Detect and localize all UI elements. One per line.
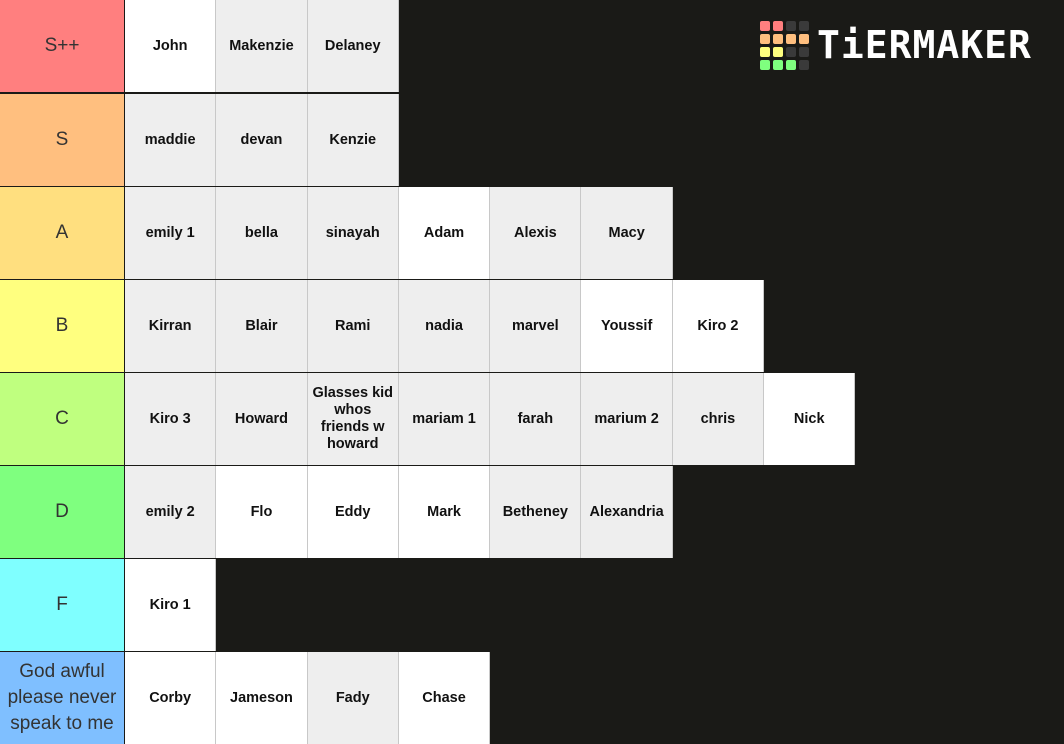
tier-item[interactable]: Kenzie	[307, 94, 399, 186]
tier-row: Aemily 1 bella sinayah Adam Alexis Macy	[0, 187, 1064, 279]
tier-item[interactable]: Fady	[307, 652, 399, 744]
tier-label[interactable]: B	[0, 280, 125, 372]
tier-item[interactable]: Eddy	[307, 466, 399, 558]
tier-item[interactable]: emily 2	[125, 466, 217, 558]
tier-item[interactable]: farah	[490, 373, 582, 465]
tier-items: Kirran Blair Rami nadia marvel Youssif Kiro 2	[125, 280, 765, 372]
logo-grid-cell	[760, 46, 770, 57]
tier-item[interactable]: John	[125, 0, 217, 92]
tier-item[interactable]: Rami	[307, 280, 399, 372]
logo-grid-cell	[773, 59, 783, 70]
logo-grid-cell	[786, 59, 796, 70]
tier-items: emily 1 bella sinayah Adam Alexis Macy	[125, 187, 673, 279]
tier-item[interactable]: Makenzie	[216, 0, 308, 92]
tier-item[interactable]: nadia	[398, 280, 491, 372]
tier-item[interactable]: Chase	[398, 652, 491, 744]
tier-items: Kiro 3 Howard Glasses kid whos friends w h…	[125, 373, 856, 465]
tier-item[interactable]: marvel	[490, 280, 582, 372]
tier-item[interactable]: Delaney	[307, 0, 399, 92]
logo-grid-cell	[773, 46, 783, 57]
tier-items: Corby Jameson Fady Chase	[125, 652, 491, 744]
tier-item[interactable]: bella	[216, 187, 308, 279]
tier-item[interactable]: Howard	[216, 373, 308, 465]
tier-row: B Kirran Blair Rami nadia marvel Youssif Kiro 2	[0, 280, 1064, 372]
tier-item[interactable]: Corby	[125, 652, 217, 744]
logo-text: TiERMAKER	[817, 23, 1032, 67]
tier-item[interactable]: emily 1	[125, 187, 217, 279]
tier-label[interactable]: C	[0, 373, 125, 465]
tier-item[interactable]: Youssif	[581, 280, 673, 372]
tier-row: Smaddie devan Kenzie	[0, 94, 1064, 186]
logo-grid-cell	[773, 33, 783, 44]
tier-label[interactable]: S++	[0, 0, 125, 92]
tier-label[interactable]: S	[0, 94, 125, 186]
logo-grid-cell	[786, 33, 796, 44]
tier-item[interactable]: Glasses kid whos friends w howard	[307, 373, 399, 465]
tier-item[interactable]: Kiro 2	[672, 280, 765, 372]
tier-label[interactable]: D	[0, 466, 125, 558]
tier-item[interactable]: Betheney	[490, 466, 582, 558]
tier-label[interactable]: F	[0, 559, 125, 651]
logo-grid-cell	[760, 59, 770, 70]
tier-item[interactable]: Kiro 3	[125, 373, 217, 465]
tier-board: God awful please never speak to me Corby J…	[0, 0, 1064, 744]
logo-grid-cell	[799, 20, 809, 31]
tier-item[interactable]: Kiro 1	[125, 559, 217, 651]
logo-grid-icon	[760, 20, 809, 70]
tier-item[interactable]: Jameson	[216, 652, 308, 744]
logo-grid-cell	[760, 33, 770, 44]
tier-item[interactable]: Kirran	[125, 280, 217, 372]
tier-item[interactable]: Alexis	[490, 187, 582, 279]
logo-grid-cell	[760, 20, 770, 31]
logo-grid-cell	[799, 33, 809, 44]
tier-item[interactable]: Flo	[216, 466, 308, 558]
tier-items: emily 2 Flo Eddy Mark Betheney Alexandria	[125, 466, 673, 558]
tier-item[interactable]: chris	[672, 373, 765, 465]
tier-item[interactable]: marium 2	[581, 373, 673, 465]
tier-item[interactable]: Adam	[398, 187, 491, 279]
tier-item[interactable]: Nick	[764, 373, 856, 465]
tier-items: maddie devan Kenzie	[125, 94, 399, 186]
tier-row: God awful please never speak to me Corby J…	[0, 652, 1064, 744]
tier-item[interactable]: maddie	[125, 94, 217, 186]
logo-grid-cell	[786, 20, 796, 31]
logo-grid-cell	[786, 46, 796, 57]
logo-grid-cell	[799, 59, 809, 70]
tier-row: Demily 2 Flo Eddy Mark Betheney Alexandria	[0, 466, 1064, 558]
tier-row: F Kiro 1	[0, 559, 1064, 651]
tier-items: Kiro 1	[125, 559, 217, 651]
tier-label[interactable]: God awful please never speak to me	[0, 652, 125, 744]
tier-row: C Kiro 3 Howard Glasses kid whos friends w …	[0, 373, 1064, 465]
tier-items: John Makenzie Delaney	[125, 0, 399, 92]
tier-item[interactable]: Alexandria	[581, 466, 673, 558]
tier-item[interactable]: mariam 1	[398, 373, 491, 465]
tier-item[interactable]: Macy	[581, 187, 673, 279]
tier-label[interactable]: A	[0, 187, 125, 279]
logo-grid-cell	[773, 20, 783, 31]
tiermaker-logo[interactable]: TiERMAKER	[760, 20, 1032, 70]
tier-item[interactable]: sinayah	[307, 187, 399, 279]
tier-item[interactable]: Mark	[398, 466, 491, 558]
tier-item[interactable]: devan	[216, 94, 308, 186]
tier-item[interactable]: Blair	[216, 280, 308, 372]
logo-grid-cell	[799, 46, 809, 57]
